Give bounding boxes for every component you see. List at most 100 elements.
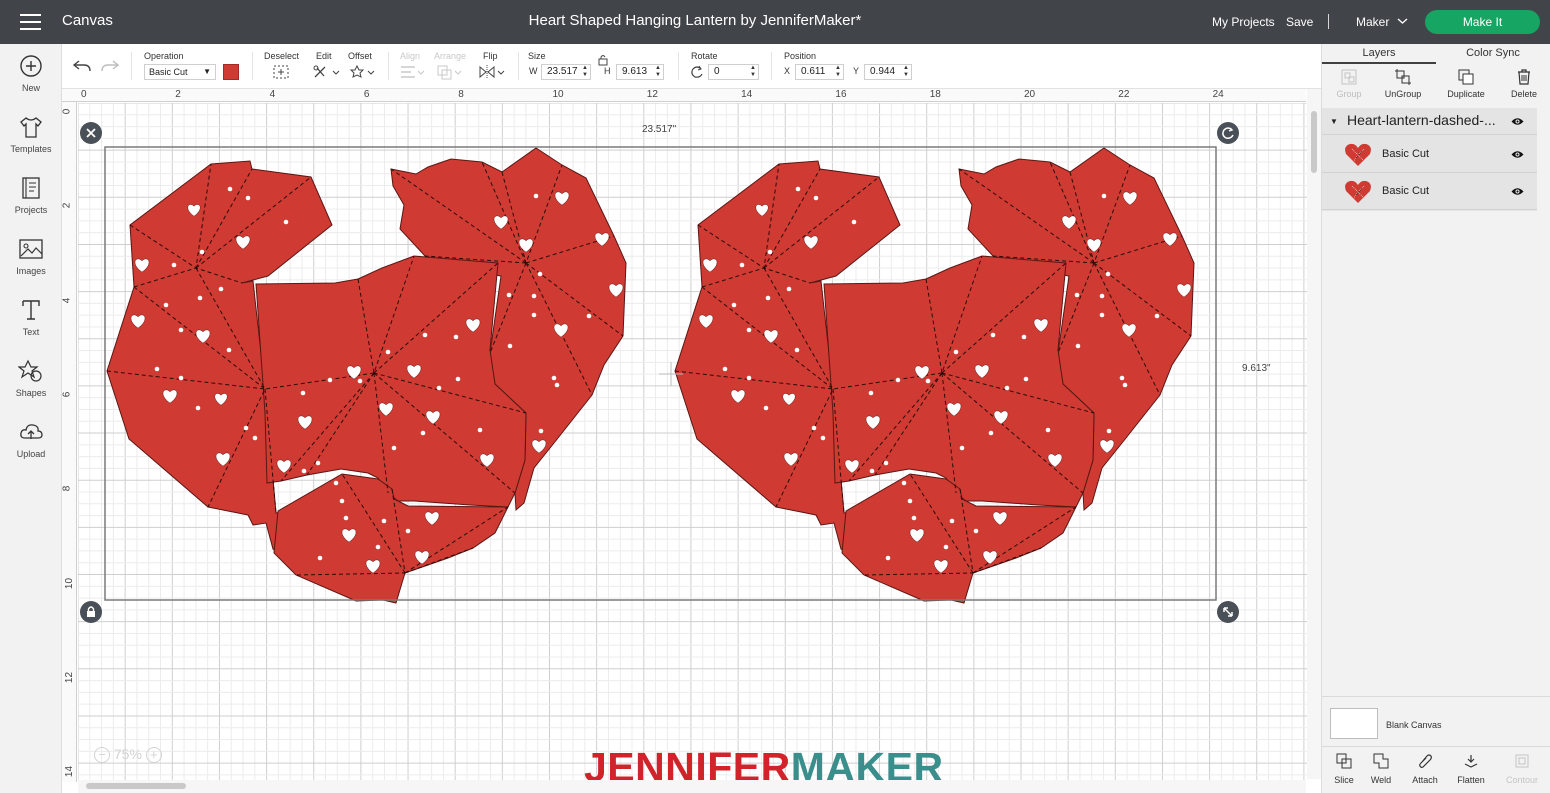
- contour-icon: [1515, 754, 1529, 768]
- attach-button[interactable]: Attach: [1403, 753, 1447, 785]
- dot-cutout: [739, 262, 745, 268]
- stepper-icon[interactable]: ▲ ▼: [750, 65, 756, 79]
- contour-button[interactable]: Contour: [1500, 753, 1544, 785]
- edit-label: Edit: [316, 51, 332, 61]
- make-it-button[interactable]: Make It: [1425, 10, 1540, 34]
- flatten-button[interactable]: Flatten: [1449, 753, 1493, 785]
- group-label: Group: [1336, 89, 1362, 99]
- heart-piece-center-b[interactable]: [823, 255, 1095, 508]
- arrange-icon[interactable]: [436, 64, 462, 80]
- trash-icon: [1518, 69, 1530, 85]
- contour-label: Contour: [1505, 775, 1539, 785]
- edit-icon[interactable]: [312, 64, 340, 80]
- scroll-thumb[interactable]: [1311, 111, 1317, 173]
- eye-icon[interactable]: [1511, 117, 1524, 126]
- blank-canvas-swatch[interactable]: [1330, 708, 1378, 739]
- dot-cutout: [343, 515, 349, 521]
- layer-group-row[interactable]: ▼ Heart-lantern-dashed-...: [1322, 108, 1537, 135]
- my-projects-link[interactable]: My Projects: [1212, 15, 1275, 29]
- hamburger-menu-icon[interactable]: [20, 14, 41, 30]
- ruler-top-tick: 18: [929, 89, 941, 100]
- x-position-field[interactable]: 0.611 ▲ ▼: [795, 64, 844, 80]
- height-field[interactable]: 9.613 ▲ ▼: [616, 64, 664, 80]
- deselect-icon[interactable]: [271, 64, 295, 80]
- duplicate-label: Duplicate: [1447, 89, 1485, 99]
- save-link[interactable]: Save: [1286, 15, 1313, 29]
- duplicate-button[interactable]: Duplicate: [1439, 66, 1493, 99]
- ruler-top-tick: 2: [175, 89, 181, 100]
- heart-thumbnail-icon: [1345, 180, 1371, 203]
- y-position-field[interactable]: 0.944 ▲ ▼: [864, 64, 912, 80]
- ruler-left-tick: 4: [62, 297, 73, 303]
- dot-cutout: [391, 445, 397, 451]
- ruler-top-tick: 12: [646, 89, 658, 100]
- upload-button[interactable]: Upload: [0, 419, 62, 459]
- templates-button[interactable]: Templates: [0, 114, 62, 154]
- horizontal-scrollbar[interactable]: [78, 780, 1306, 793]
- layer-group-name: Heart-lantern-dashed-...: [1347, 112, 1496, 128]
- width-letter: W: [529, 66, 538, 76]
- chevron-down-icon[interactable]: [1397, 14, 1408, 28]
- dot-cutout: [197, 295, 203, 301]
- tab-layers[interactable]: Layers: [1322, 44, 1436, 64]
- dot-cutout: [885, 555, 891, 561]
- dot-cutout: [538, 428, 544, 434]
- delete-button[interactable]: Delete: [1497, 66, 1550, 99]
- stepper-icon[interactable]: ▲ ▼: [903, 65, 909, 79]
- blank-canvas-row[interactable]: Blank Canvas: [1322, 696, 1550, 746]
- eye-icon[interactable]: [1511, 187, 1524, 196]
- zoom-out-button[interactable]: −: [94, 747, 110, 764]
- ungroup-icon: [1395, 69, 1411, 85]
- document-title[interactable]: Heart Shaped Hanging Lantern by Jennifer…: [400, 12, 990, 29]
- text-button[interactable]: Text: [0, 297, 62, 337]
- weld-button[interactable]: Weld: [1359, 753, 1403, 785]
- stepper-icon[interactable]: ▲ ▼: [655, 65, 661, 79]
- dot-cutout: [1099, 293, 1105, 299]
- offset-icon[interactable]: [348, 64, 375, 80]
- dot-cutout: [883, 460, 889, 466]
- dot-cutout: [795, 186, 801, 192]
- heart-lantern-group[interactable]: [106, 147, 1195, 604]
- ruler-top-tick: 16: [835, 89, 847, 100]
- operation-select[interactable]: Basic Cut ▼: [144, 64, 216, 80]
- shapes-button[interactable]: Shapes: [0, 358, 62, 398]
- new-button[interactable]: New: [0, 53, 62, 93]
- width-value: 23.517: [547, 66, 578, 77]
- resize-handle-icon[interactable]: [1217, 601, 1239, 623]
- zoom-in-button[interactable]: +: [145, 747, 162, 764]
- flip-icon[interactable]: [478, 64, 505, 80]
- dot-cutout: [554, 382, 560, 388]
- close-icon[interactable]: [80, 122, 102, 144]
- dot-cutout: [551, 375, 557, 381]
- dot-cutout: [820, 435, 826, 441]
- vertical-scrollbar[interactable]: [1307, 89, 1321, 779]
- rotate-handle-icon[interactable]: [1217, 122, 1239, 144]
- undo-icon[interactable]: [72, 58, 92, 74]
- design-canvas[interactable]: 02468101214161820222426 02468101214 23.5…: [62, 89, 1321, 793]
- upload-cloud-icon: [20, 424, 43, 439]
- group-button[interactable]: Group: [1322, 66, 1376, 99]
- ungroup-button[interactable]: UnGroup: [1376, 66, 1430, 99]
- layer-row[interactable]: Basic Cut: [1322, 136, 1537, 173]
- width-field[interactable]: 23.517 ▲ ▼: [541, 64, 591, 80]
- scroll-thumb[interactable]: [86, 783, 186, 789]
- projects-button[interactable]: Projects: [0, 175, 62, 215]
- stepper-icon[interactable]: ▲ ▼: [582, 65, 588, 79]
- operation-color-swatch[interactable]: [223, 64, 239, 80]
- layer-row[interactable]: Basic Cut: [1322, 173, 1537, 210]
- dot-cutout: [227, 186, 233, 192]
- images-button[interactable]: Images: [0, 236, 62, 276]
- stepper-icon[interactable]: ▲ ▼: [835, 65, 841, 79]
- heart-piece-center-a[interactable]: [255, 255, 527, 508]
- lock-handle-icon[interactable]: [80, 601, 102, 623]
- align-icon[interactable]: [399, 64, 425, 80]
- redo-icon[interactable]: [100, 58, 120, 74]
- dot-cutout: [911, 515, 917, 521]
- dot-cutout: [746, 327, 752, 333]
- tab-color-sync[interactable]: Color Sync: [1436, 44, 1550, 64]
- collapse-triangle-icon[interactable]: ▼: [1330, 117, 1338, 126]
- eye-icon[interactable]: [1511, 150, 1524, 159]
- machine-selector[interactable]: Maker: [1356, 15, 1389, 29]
- dot-cutout: [763, 405, 769, 411]
- rotate-field[interactable]: 0 ▲ ▼: [708, 64, 759, 80]
